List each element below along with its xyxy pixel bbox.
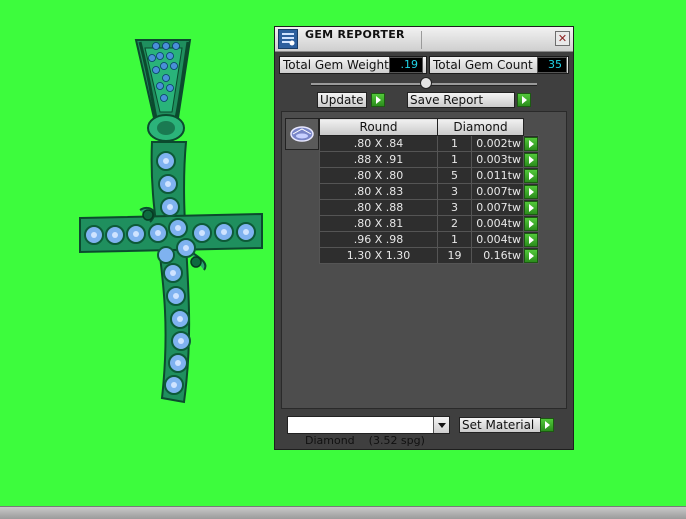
row-go-cell [523,247,539,264]
material-select-value: Diamond (3.52 spg) [305,434,425,447]
gem-table: Round Diamond .80 X .84 1 0.002tw .88 X … [319,118,539,264]
go-arrow-icon[interactable] [524,184,538,199]
table-row[interactable]: .80 X .84 1 0.002tw [319,135,539,152]
row-go-cell [523,231,539,248]
set-material-go-arrow-icon[interactable] [540,418,554,432]
gem-count-cell: 5 [437,167,472,184]
row-go-cell [523,215,539,232]
total-gem-weight-value: .19 [389,57,423,73]
gem-weight-cell: 0.004tw [471,215,524,232]
table-row[interactable]: .80 X .83 3 0.007tw [319,183,539,200]
table-row[interactable]: .96 X .98 1 0.004tw [319,231,539,248]
gem-size-cell: .88 X .91 [319,151,438,168]
gem-weight-cell: 0.007tw [471,183,524,200]
gem-count-cell: 1 [437,151,472,168]
set-material-button[interactable]: Set Material [459,417,541,433]
gem-size-cell: .80 X .83 [319,183,438,200]
go-arrow-icon[interactable] [524,168,538,183]
gem-count-cell: 3 [437,183,472,200]
go-arrow-icon[interactable] [524,216,538,231]
total-gem-count-value: 35 [537,57,567,73]
gem-weight-cell: 0.011tw [471,167,524,184]
gem-size-cell: .80 X .84 [319,135,438,152]
chevron-down-icon[interactable] [433,417,449,433]
go-arrow-icon[interactable] [524,200,538,215]
header-spacer [524,119,539,136]
table-row[interactable]: .80 X .81 2 0.004tw [319,215,539,232]
gem-size-cell: .80 X .81 [319,215,438,232]
gem-count-cell: 2 [437,215,472,232]
gem-weight-cell: 0.003tw [471,151,524,168]
gem-count-cell: 19 [437,247,472,264]
table-row[interactable]: .80 X .88 3 0.007tw [319,199,539,216]
close-icon[interactable]: ✕ [555,31,570,46]
go-arrow-icon[interactable] [524,136,538,151]
row-go-cell [523,183,539,200]
title-bar[interactable]: GEM REPORTER ✕ [275,27,573,52]
gem-size-cell: 1.30 X 1.30 [319,247,438,264]
material-select[interactable]: Diamond (3.52 spg) [287,416,450,447]
gem-shape-icon [285,118,319,150]
column-header-shape[interactable]: Round [319,118,438,136]
save-report-button[interactable]: Save Report [407,92,515,108]
table-row[interactable]: .80 X .80 5 0.011tw [319,167,539,184]
table-row[interactable]: .88 X .91 1 0.003tw [319,151,539,168]
gem-weight-cell: 0.007tw [471,199,524,216]
slider-handle[interactable] [420,77,432,89]
pendant-bail [134,39,192,119]
go-arrow-icon[interactable] [524,152,538,167]
bottom-status-strip [0,506,686,519]
gem-reporter-app-icon [278,29,298,49]
gem-size-cell: .96 X .98 [319,231,438,248]
row-go-cell [523,199,539,216]
gem-count-cell: 1 [437,231,472,248]
update-go-arrow-icon[interactable] [371,93,385,107]
gem-size-cell: .80 X .80 [319,167,438,184]
gem-count-cell: 3 [437,199,472,216]
window-title: GEM REPORTER [305,28,405,41]
cross-pendant-model [79,39,263,404]
save-report-go-arrow-icon[interactable] [517,93,531,107]
title-separator [421,31,422,49]
gem-weight-cell: 0.004tw [471,231,524,248]
table-row[interactable]: 1.30 X 1.30 19 0.16tw [319,247,539,264]
row-go-cell [523,167,539,184]
go-arrow-icon[interactable] [524,232,538,247]
go-arrow-icon[interactable] [524,248,538,263]
row-go-cell [523,151,539,168]
gem-reporter-panel: GEM REPORTER ✕ Total Gem Weight .19 Tota… [274,26,574,450]
row-go-cell [523,135,539,152]
column-header-material[interactable]: Diamond [437,118,524,136]
gem-count-cell: 1 [437,135,472,152]
gem-size-cell: .80 X .88 [319,199,438,216]
gem-weight-cell: 0.002tw [471,135,524,152]
update-button[interactable]: Update [317,92,367,108]
gem-weight-cell: 0.16tw [471,247,524,264]
